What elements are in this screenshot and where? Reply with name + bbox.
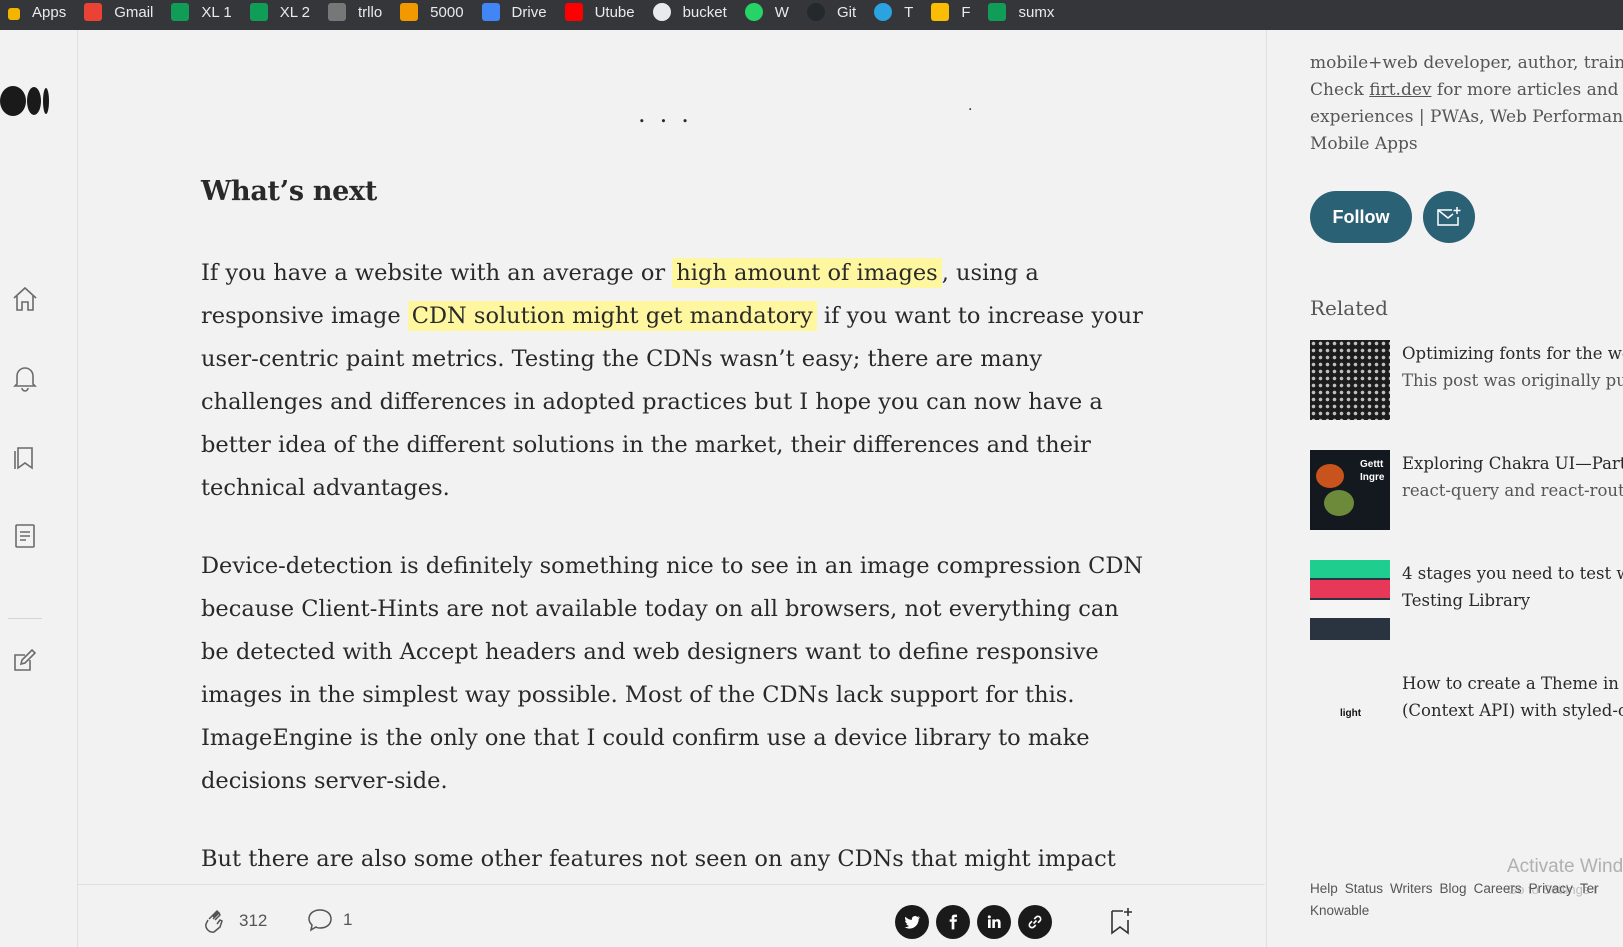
bookmark-xl2[interactable]: XL 2 bbox=[244, 0, 322, 30]
windows-activation-title: Activate Wind bbox=[1507, 856, 1623, 877]
related-title: How to create a Theme in Rea bbox=[1402, 674, 1623, 693]
article-paragraph-3: But there are also some other features n… bbox=[201, 846, 1116, 872]
drive-icon bbox=[481, 3, 500, 21]
bookmark-xl1[interactable]: XL 1 bbox=[165, 0, 243, 30]
gmail-icon bbox=[84, 3, 103, 21]
sheets-icon bbox=[988, 3, 1007, 21]
related-subtitle: (Context API) with styled-con bbox=[1402, 701, 1623, 720]
bookmark-gmail[interactable]: Gmail bbox=[78, 0, 165, 30]
bookmark-apps[interactable]: Apps bbox=[2, 0, 78, 30]
thumb-food-shape bbox=[1324, 490, 1354, 516]
bookmark-add-icon[interactable] bbox=[1108, 906, 1134, 936]
bookmark-trllo[interactable]: trllo bbox=[322, 0, 394, 30]
flipkart-icon bbox=[931, 3, 950, 21]
clap-button[interactable]: 312 bbox=[201, 907, 267, 935]
article-paragraph-1: If you have a website with an average or… bbox=[201, 258, 1143, 501]
share-twitter-button[interactable] bbox=[895, 905, 929, 939]
orange-square-icon bbox=[400, 3, 419, 21]
related-item[interactable]: Optimizing fonts for the web This post w… bbox=[1310, 340, 1623, 420]
footer-link-blog[interactable]: Blog bbox=[1440, 881, 1467, 896]
related-subtitle: Testing Library bbox=[1402, 591, 1531, 610]
related-thumbnail bbox=[1310, 340, 1390, 420]
sheets-icon bbox=[171, 3, 190, 21]
home-icon[interactable] bbox=[10, 284, 40, 314]
clap-count: 312 bbox=[239, 911, 268, 930]
nav-divider bbox=[8, 618, 42, 619]
right-sidebar: mobile+web developer, author, traine Che… bbox=[1266, 30, 1623, 947]
facebook-icon bbox=[949, 914, 957, 930]
medium-logo-icon[interactable] bbox=[0, 85, 52, 117]
stories-document-icon[interactable] bbox=[10, 521, 40, 551]
youtube-icon bbox=[564, 3, 583, 21]
lists-bookmark-icon[interactable] bbox=[10, 442, 40, 472]
bio-link[interactable]: firt.dev bbox=[1369, 80, 1431, 100]
share-facebook-button[interactable] bbox=[936, 905, 970, 939]
article-main: ... . What’s next If you have a website … bbox=[78, 30, 1265, 947]
related-title: Optimizing fonts for the web bbox=[1402, 344, 1623, 363]
copy-link-button[interactable] bbox=[1018, 905, 1052, 939]
related-subtitle: react-query and react-router- bbox=[1402, 481, 1623, 500]
globe-icon bbox=[652, 3, 671, 21]
footer-link-status[interactable]: Status bbox=[1345, 881, 1383, 896]
telegram-icon bbox=[874, 3, 893, 21]
related-title: 4 stages you need to test with bbox=[1402, 564, 1623, 583]
clap-hands-icon bbox=[205, 909, 223, 933]
section-heading: What’s next bbox=[201, 176, 377, 207]
author-bio: mobile+web developer, author, traine Che… bbox=[1310, 53, 1623, 154]
footer-link-knowable[interactable]: Knowable bbox=[1310, 900, 1623, 922]
related-subtitle: This post was originally publi bbox=[1402, 371, 1623, 390]
write-edit-icon[interactable] bbox=[10, 645, 40, 675]
notifications-bell-icon[interactable] bbox=[10, 363, 40, 393]
stray-dot: . bbox=[968, 98, 973, 114]
footer-link-help[interactable]: Help bbox=[1310, 881, 1338, 896]
footer-link-privacy[interactable]: Privacy bbox=[1529, 881, 1573, 896]
bookmark-sumx[interactable]: sumx bbox=[982, 0, 1066, 30]
bookmark-f[interactable]: F bbox=[925, 0, 982, 30]
left-nav bbox=[0, 30, 78, 947]
subscribe-email-button[interactable] bbox=[1423, 191, 1475, 243]
bookmark-5000[interactable]: 5000 bbox=[394, 0, 475, 30]
follow-button[interactable]: Follow bbox=[1310, 191, 1412, 243]
bookmark-drive[interactable]: Drive bbox=[476, 0, 559, 30]
bookmark-bucket[interactable]: bucket bbox=[647, 0, 739, 30]
thumb-caption: light bbox=[1340, 708, 1362, 719]
related-title: Exploring Chakra UI—Part 2: bbox=[1402, 454, 1623, 473]
apps-grid-icon bbox=[8, 8, 20, 20]
whatsapp-icon bbox=[744, 3, 763, 21]
bookmark-utube[interactable]: Utube bbox=[559, 0, 647, 30]
related-item[interactable]: Gettt Ingre Exploring Chakra UI—Part 2: … bbox=[1310, 450, 1623, 530]
bookmark-git[interactable]: Git bbox=[801, 0, 868, 30]
share-linkedin-button[interactable] bbox=[977, 905, 1011, 939]
bookmark-t[interactable]: T bbox=[868, 0, 925, 30]
responses-button[interactable]: 1 bbox=[307, 907, 352, 933]
thumb-food-shape bbox=[1316, 464, 1344, 488]
footer-link-careers[interactable]: Careers bbox=[1474, 881, 1522, 896]
link-icon bbox=[1028, 915, 1042, 929]
article-action-bar: 312 1 bbox=[78, 884, 1265, 947]
highlight[interactable]: high amount of images bbox=[672, 258, 942, 288]
bookmark-w[interactable]: W bbox=[739, 0, 801, 30]
bookmarks-bar: Apps Gmail XL 1 XL 2 trllo 5000 Drive Ut… bbox=[0, 0, 1623, 30]
sheets-icon bbox=[249, 3, 268, 21]
twitter-icon bbox=[904, 915, 921, 929]
footer-link-writers[interactable]: Writers bbox=[1390, 881, 1433, 896]
footer-link-terms[interactable]: Ter bbox=[1580, 881, 1599, 896]
thumb-caption: Gettt Ingre bbox=[1360, 459, 1385, 483]
mail-plus-icon bbox=[1437, 207, 1461, 226]
sidebar-footer: Help Status Writers Blog Careers Privacy Ter K… bbox=[1310, 878, 1623, 922]
related-item[interactable]: light How to create a Theme in Rea (Cont… bbox=[1310, 670, 1623, 750]
related-item[interactable]: 4 stages you need to test with Testing L… bbox=[1310, 560, 1623, 640]
related-thumbnail bbox=[1310, 560, 1390, 640]
section-separator-dots: ... bbox=[638, 100, 703, 128]
github-icon bbox=[806, 3, 825, 21]
article-paragraph-2: Device-detection is definitely something… bbox=[201, 553, 1144, 794]
trello-icon bbox=[328, 3, 346, 21]
comment-bubble-icon bbox=[308, 909, 332, 932]
linkedin-icon bbox=[987, 915, 1001, 928]
related-heading: Related bbox=[1310, 296, 1388, 320]
response-count: 1 bbox=[343, 910, 353, 929]
highlight[interactable]: CDN solution might get mandatory bbox=[407, 301, 817, 331]
related-thumbnail: light bbox=[1310, 670, 1390, 750]
related-thumbnail: Gettt Ingre bbox=[1310, 450, 1390, 530]
